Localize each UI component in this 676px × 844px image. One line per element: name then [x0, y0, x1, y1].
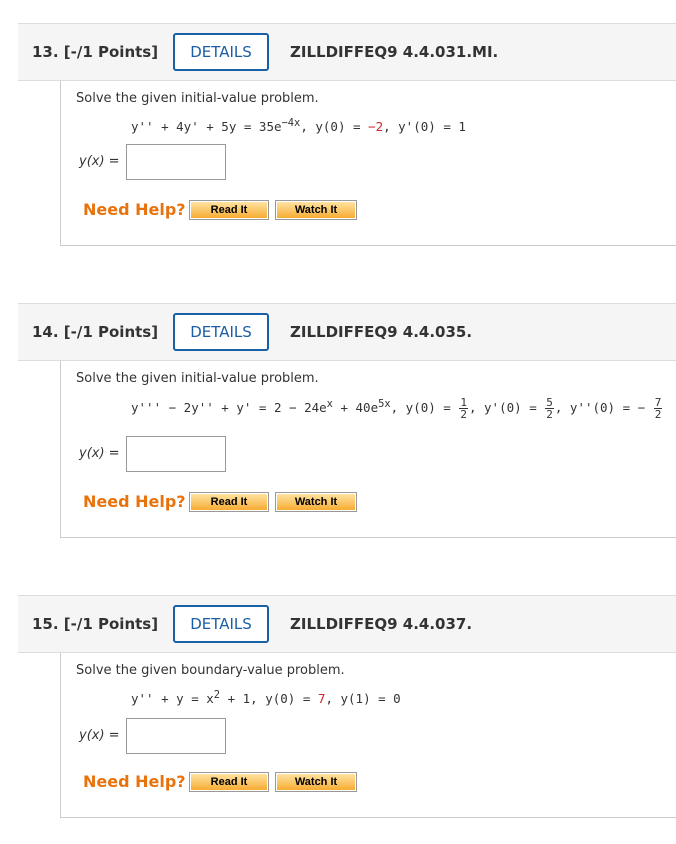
equation: y'' + 4y' + 5y = 35e−4x, y(0) = −2, y'(0…	[131, 117, 466, 134]
equation-exponent-2: 5x	[378, 397, 391, 410]
answer-input[interactable]	[126, 436, 226, 472]
question-body-14: Solve the given initial-value problem. y…	[60, 361, 676, 538]
question-code: ZILLDIFFEQ9 4.4.031.MI.	[290, 43, 499, 61]
question-number: 15. [-/1 Points]	[32, 615, 159, 633]
answer-input[interactable]	[126, 718, 226, 754]
equation-mid: + 40e	[332, 400, 379, 415]
condition-2: , y'(0) =	[468, 400, 545, 415]
equation-lhs: y'' + 4y' + 5y = 35e	[131, 119, 282, 135]
question-header-15: 15. [-/1 Points] DETAILS ZILLDIFFEQ9 4.4…	[18, 595, 676, 653]
question-prompt: Solve the given initial-value problem.	[76, 91, 319, 106]
details-button[interactable]: DETAILS	[173, 313, 269, 351]
answer-label: y(x)	[79, 154, 105, 169]
watch-it-button[interactable]: Watch It	[275, 200, 357, 220]
read-it-button[interactable]: Read It	[189, 200, 269, 220]
need-help-label: Need Help?	[83, 772, 186, 791]
question-body-13: Solve the given initial-value problem. y…	[60, 81, 676, 246]
question-code: ZILLDIFFEQ9 4.4.037.	[290, 615, 473, 633]
question-number: 13. [-/1 Points]	[32, 43, 159, 61]
condition-3: , y''(0) = −	[554, 400, 653, 415]
answer-label: y(x)	[79, 446, 105, 461]
fraction-3: 72	[653, 396, 663, 421]
condition-1-value: −2	[368, 119, 384, 135]
condition-1: , y(0) =	[300, 119, 369, 135]
condition-1: , y(0) =	[390, 400, 459, 415]
details-button[interactable]: DETAILS	[173, 33, 269, 71]
question-prompt: Solve the given initial-value problem.	[76, 371, 319, 386]
equation: y''' − 2y'' + y' = 2 − 24ex + 40e5x, y(0…	[131, 397, 663, 420]
answer-label: y(x)	[79, 728, 105, 743]
question-prompt: Solve the given boundary-value problem.	[76, 663, 345, 678]
equation-lhs: y''' − 2y'' + y' = 2 − 24e	[131, 400, 327, 415]
answer-input[interactable]	[126, 144, 226, 180]
question-body-15: Solve the given boundary-value problem. …	[60, 653, 676, 818]
question-code: ZILLDIFFEQ9 4.4.035.	[290, 323, 473, 341]
equation: y'' + y = x2 + 1, y(0) = 7, y(1) = 0	[131, 689, 401, 706]
fraction-2: 52	[545, 396, 554, 421]
condition-2: , y'(0) = 1	[383, 119, 466, 135]
question-header-14: 14. [-/1 Points] DETAILS ZILLDIFFEQ9 4.4…	[18, 303, 676, 361]
need-help-label: Need Help?	[83, 200, 186, 219]
equation-lhs: y'' + y = x	[131, 691, 214, 707]
equation-rhs: + 1, y(0) =	[220, 691, 318, 707]
question-header-13: 13. [-/1 Points] DETAILS ZILLDIFFEQ9 4.4…	[18, 23, 676, 81]
read-it-button[interactable]: Read It	[189, 772, 269, 792]
question-number: 14. [-/1 Points]	[32, 323, 159, 341]
read-it-button[interactable]: Read It	[189, 492, 269, 512]
boundary-2: , y(1) = 0	[325, 691, 401, 707]
need-help-label: Need Help?	[83, 492, 186, 511]
details-button[interactable]: DETAILS	[173, 605, 269, 643]
watch-it-button[interactable]: Watch It	[275, 772, 357, 792]
watch-it-button[interactable]: Watch It	[275, 492, 357, 512]
equation-exponent: −4x	[281, 117, 301, 129]
fraction-1: 12	[459, 396, 468, 421]
